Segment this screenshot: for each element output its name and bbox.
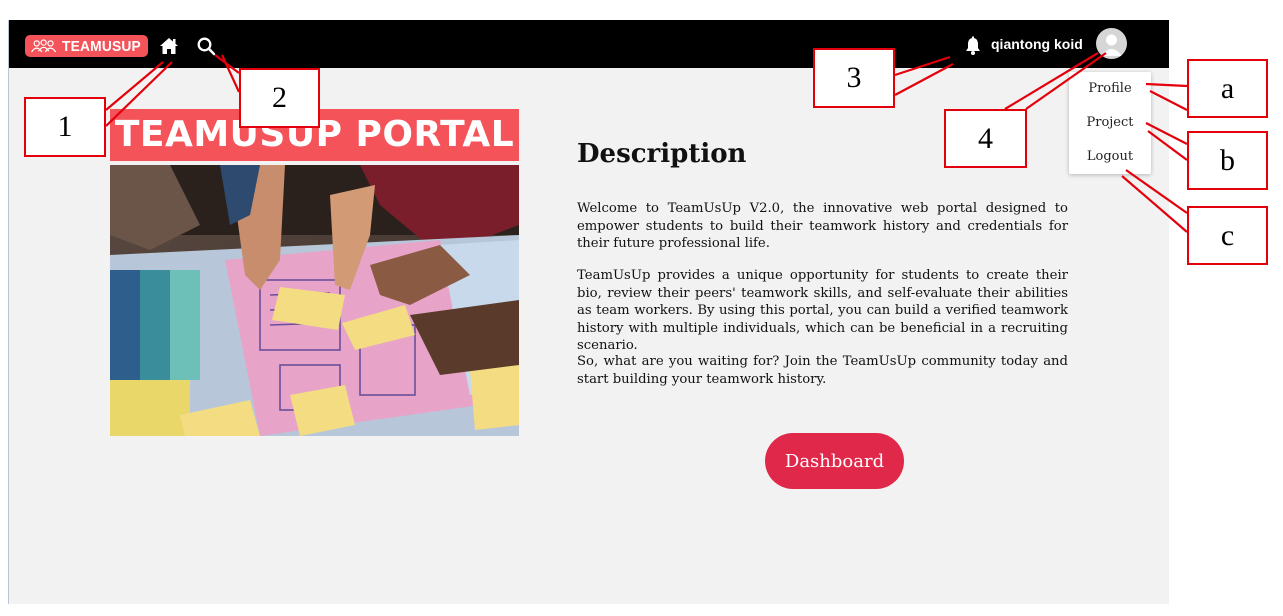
- description-title: Description: [577, 139, 747, 169]
- description-paragraph-2: TeamUsUp provides a unique opportunity f…: [577, 268, 1068, 354]
- teamusup-logo[interactable]: TEAMUSUP: [25, 35, 148, 57]
- dashboard-button[interactable]: Dashboard: [765, 433, 904, 489]
- username-label[interactable]: qiantong koid: [991, 36, 1083, 52]
- user-avatar-icon: [1101, 34, 1122, 56]
- search-icon[interactable]: [196, 36, 216, 56]
- home-icon[interactable]: [159, 36, 179, 56]
- team-logo-icon: [31, 39, 57, 53]
- hero-image: [110, 165, 519, 436]
- logo-text: TEAMUSUP: [62, 37, 142, 55]
- callout-label-b: b: [1187, 131, 1268, 190]
- menu-item-project[interactable]: Project: [1069, 115, 1151, 130]
- callout-label-3: 3: [813, 48, 895, 108]
- avatar[interactable]: [1096, 28, 1127, 59]
- user-menu-dropdown: Profile Project Logout: [1069, 72, 1151, 174]
- bell-icon[interactable]: [963, 36, 983, 56]
- callout-label-2: 2: [239, 68, 320, 128]
- callout-label-a: a: [1187, 59, 1268, 118]
- description-paragraph-1: Welcome to TeamUsUp V2.0, the innovative…: [577, 201, 1068, 252]
- menu-item-profile[interactable]: Profile: [1069, 81, 1151, 96]
- top-navbar: TEAMUSUP qiantong koid: [9, 20, 1169, 68]
- menu-item-logout[interactable]: Logout: [1069, 149, 1151, 164]
- callout-label-c: c: [1187, 206, 1268, 265]
- description-paragraph-3: So, what are you waiting for? Join the T…: [577, 354, 1068, 387]
- app-window: TEAMUSUP qiantong koid Profile Project L…: [8, 20, 1169, 604]
- callout-label-4: 4: [944, 109, 1027, 168]
- callout-label-1: 1: [24, 97, 106, 157]
